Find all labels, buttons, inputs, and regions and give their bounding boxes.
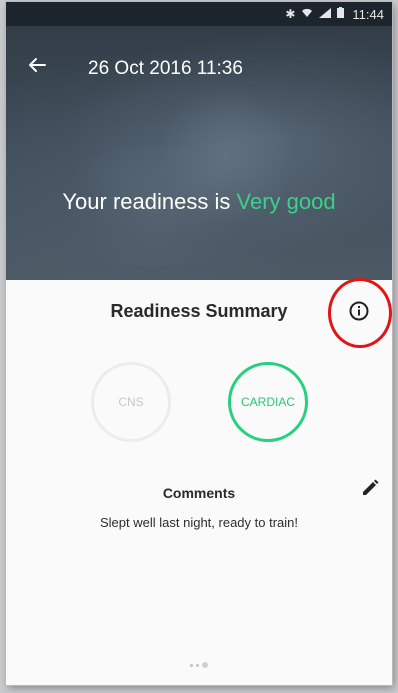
comments-title: Comments — [162, 485, 236, 501]
readiness-summary-title: Readiness Summary — [110, 301, 288, 321]
comments-text: Slept well last night, ready to train! — [100, 515, 298, 530]
info-icon — [349, 301, 369, 326]
signal-icon — [319, 7, 332, 21]
page-dot — [190, 663, 193, 667]
pencil-icon — [360, 478, 380, 503]
back-button[interactable] — [20, 52, 54, 82]
info-button[interactable] — [344, 298, 374, 328]
cardiac-indicator[interactable]: CARDIAC — [228, 362, 308, 442]
page-title: 26 Oct 2016 11:36 — [88, 58, 243, 79]
page-dot-active — [202, 662, 208, 668]
readiness-value: Very good — [236, 189, 336, 214]
bluetooth-icon: ✱ — [285, 7, 296, 21]
hero-banner: 26 Oct 2016 11:36 Your readiness is Very… — [6, 26, 392, 280]
readiness-status: Your readiness is Very good — [6, 189, 392, 215]
arrow-left-icon — [28, 57, 46, 78]
page-indicator — [6, 662, 392, 668]
page-dot — [196, 663, 199, 667]
cns-label: CNS — [118, 395, 144, 409]
cardiac-label: CARDIAC — [240, 395, 295, 409]
cns-indicator[interactable]: CNS — [91, 362, 171, 442]
status-icons: ✱ 11:44 — [285, 7, 384, 22]
status-time: 11:44 — [352, 6, 384, 22]
edit-comment-button[interactable] — [356, 476, 384, 504]
status-bar: ✱ 11:44 — [6, 2, 392, 26]
readiness-prefix: Your readiness is — [62, 189, 231, 214]
wifi-icon — [301, 7, 313, 21]
battery-icon — [337, 7, 345, 21]
app-screen: ✱ 11:44 26 Oct 2016 11:36 Your readiness… — [6, 2, 392, 685]
